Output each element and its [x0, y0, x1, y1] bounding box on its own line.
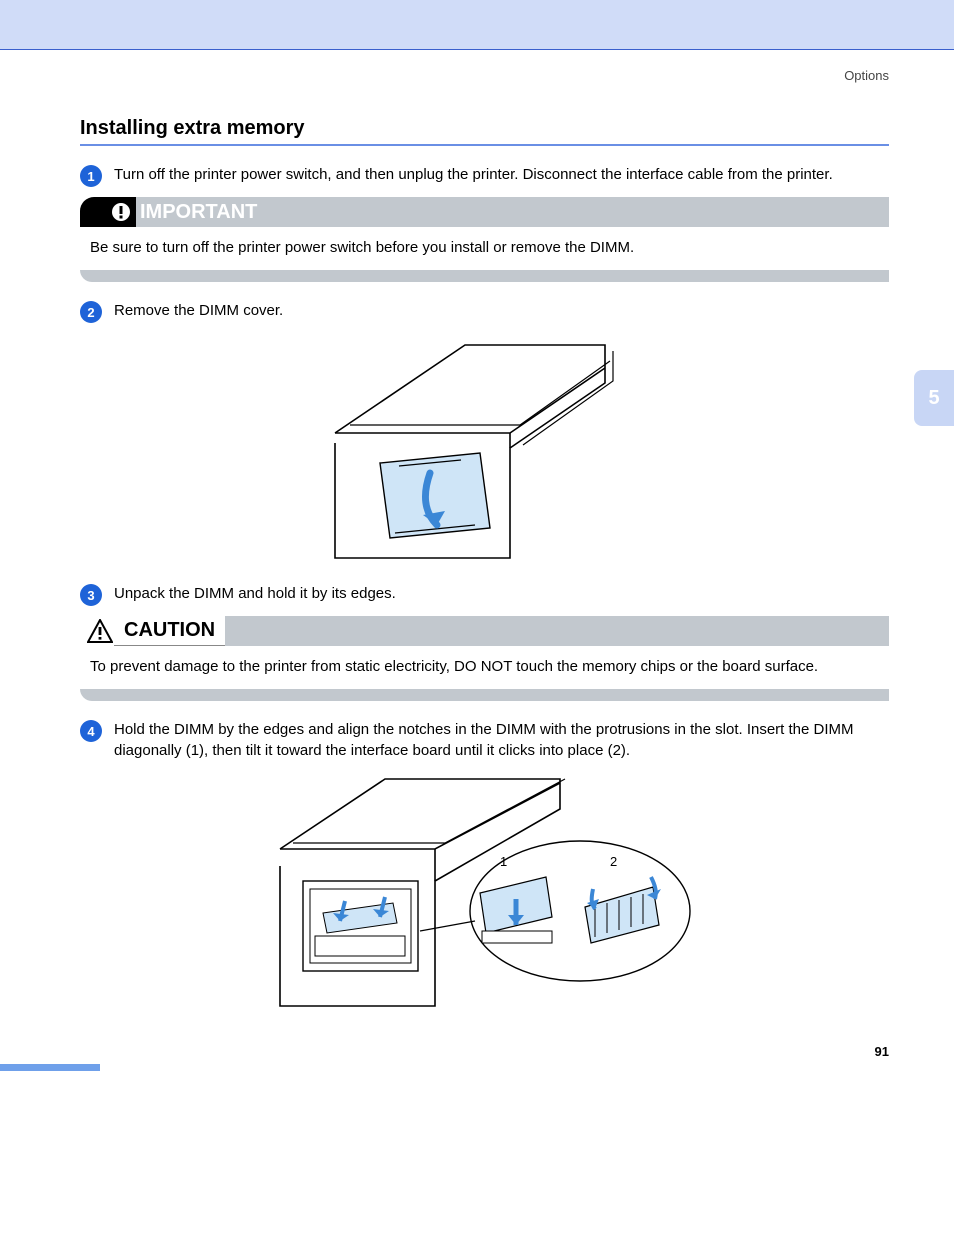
bottom-accent — [0, 1064, 100, 1071]
page-body: Options Installing extra memory 1 Turn o… — [0, 50, 954, 1071]
important-notice: IMPORTANT Be sure to turn off the printe… — [80, 197, 889, 282]
caution-header-fill — [225, 616, 889, 646]
caution-icon — [86, 616, 114, 646]
figure-remove-cover — [80, 333, 889, 563]
step-bullet-1: 1 — [80, 165, 102, 187]
dimm-insert-illustration-icon: 1 2 — [275, 771, 695, 1011]
step-text-1: Turn off the printer power switch, and t… — [114, 164, 889, 185]
step-2: 2 Remove the DIMM cover. — [80, 300, 889, 323]
section-title: Installing extra memory — [80, 117, 889, 140]
important-cap — [80, 197, 106, 227]
step-bullet-2: 2 — [80, 301, 102, 323]
important-footer — [80, 270, 889, 282]
dimm-cover-illustration-icon — [325, 333, 645, 563]
step-text-2: Remove the DIMM cover. — [114, 300, 889, 321]
step-1: 1 Turn off the printer power switch, and… — [80, 164, 889, 187]
top-bar — [0, 0, 954, 50]
step-text-4: Hold the DIMM by the edges and align the… — [114, 719, 889, 761]
step-bullet-3: 3 — [80, 584, 102, 606]
chapter-side-tab: 5 — [914, 370, 954, 426]
important-body: Be sure to turn off the printer power sw… — [80, 227, 889, 270]
chapter-label: Options — [80, 68, 889, 83]
page-number: 91 — [875, 1044, 889, 1059]
caution-title: CAUTION — [114, 619, 215, 642]
caution-header: CAUTION — [80, 616, 889, 646]
callout-label-1: 1 — [500, 854, 507, 869]
title-rule — [80, 144, 889, 146]
caution-notice: CAUTION To prevent damage to the printer… — [80, 616, 889, 701]
step-3: 3 Unpack the DIMM and hold it by its edg… — [80, 583, 889, 606]
callout-label-2: 2 — [610, 854, 617, 869]
important-title: IMPORTANT — [136, 197, 889, 227]
step-bullet-4: 4 — [80, 720, 102, 742]
step-text-3: Unpack the DIMM and hold it by its edges… — [114, 583, 889, 604]
caution-footer — [80, 689, 889, 701]
step-4: 4 Hold the DIMM by the edges and align t… — [80, 719, 889, 761]
important-icon — [106, 197, 136, 227]
caution-body: To prevent damage to the printer from st… — [80, 646, 889, 689]
important-header: IMPORTANT — [80, 197, 889, 227]
figure-insert-dimm: 1 2 — [80, 771, 889, 1011]
